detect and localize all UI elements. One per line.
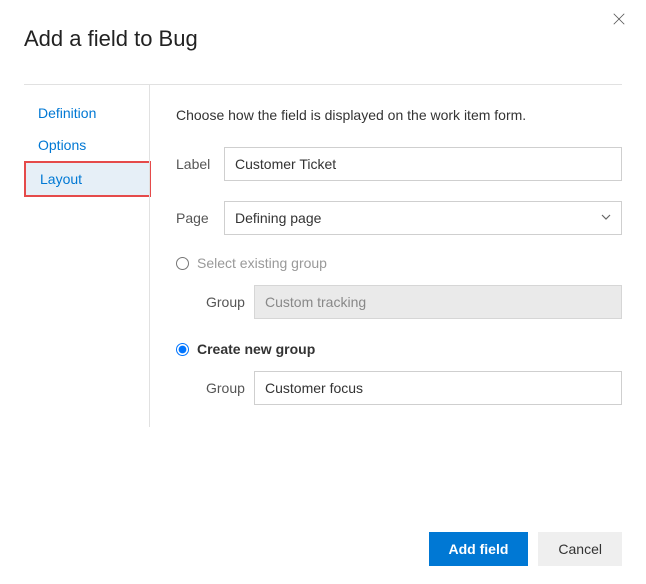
- content-pane: Choose how the field is displayed on the…: [150, 85, 622, 427]
- new-group-radio[interactable]: [176, 343, 189, 356]
- sidebar-item-options[interactable]: Options: [24, 129, 149, 161]
- existing-group-radio-label: Select existing group: [197, 255, 327, 271]
- sidebar-item-definition[interactable]: Definition: [24, 97, 149, 129]
- existing-group-input: [254, 285, 622, 319]
- label-input[interactable]: [224, 147, 622, 181]
- dialog-title: Add a field to Bug: [24, 26, 622, 52]
- existing-group-radio[interactable]: [176, 257, 189, 270]
- label-field-label: Label: [176, 156, 224, 172]
- sidebar-item-layout[interactable]: Layout: [24, 161, 151, 197]
- close-icon: [612, 12, 626, 26]
- new-group-input[interactable]: [254, 371, 622, 405]
- new-group-radio-label: Create new group: [197, 341, 315, 357]
- page-dropdown[interactable]: [224, 201, 622, 235]
- close-button[interactable]: [612, 12, 628, 28]
- existing-group-label: Group: [206, 294, 254, 310]
- page-dropdown-value[interactable]: [224, 201, 622, 235]
- intro-text: Choose how the field is displayed on the…: [176, 107, 622, 123]
- cancel-button[interactable]: Cancel: [538, 532, 622, 566]
- sidebar: Definition Options Layout: [24, 85, 149, 427]
- add-field-button[interactable]: Add field: [429, 532, 529, 566]
- page-field-label: Page: [176, 210, 224, 226]
- dialog-footer: Add field Cancel: [429, 532, 622, 566]
- new-group-label: Group: [206, 380, 254, 396]
